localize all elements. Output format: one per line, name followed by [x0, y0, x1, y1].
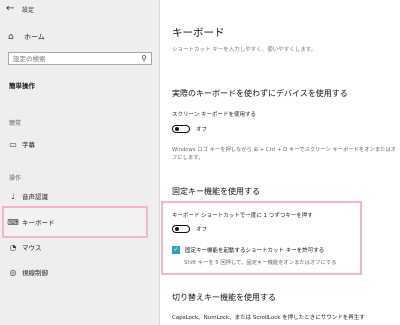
search-input[interactable] [13, 55, 133, 63]
sidebar-item-label: マウス [22, 244, 42, 252]
section-toggle-keys-heading: 切り替えキー機能を使用する [172, 293, 276, 302]
sticky-keys-caption: キーボード ショートカットで一度に 1 つずつキーを押す [172, 213, 313, 219]
sidebar-item-captions[interactable]: ▭ 字幕 [0, 137, 158, 151]
onscreen-keyboard-toggle[interactable] [172, 125, 190, 133]
toggle-state: オフ [196, 127, 208, 133]
home-button[interactable]: ⌂ ホーム [8, 31, 45, 43]
microphone-icon: ♩ [11, 191, 15, 201]
section-sticky-keys-heading: 固定キー機能を使用する [172, 187, 260, 196]
sidebar-item-eye-control[interactable]: ◎ 視線制御 [0, 265, 158, 279]
sidebar-item-label: 視線制御 [22, 269, 48, 277]
checkbox-label: 固定キー機能を起動するショートカット キーを許可する [185, 248, 325, 254]
onscreen-keyboard-caption: スクリーン キーボードを使用する [172, 112, 256, 118]
section-onscreen-keyboard-heading: 実際のキーボードを使わずにデバイスを使用する [172, 89, 348, 98]
eye-control-icon: ◎ [9, 267, 17, 277]
toggle-knob [175, 127, 179, 132]
onscreen-keyboard-toggle-row: オフ [172, 124, 207, 134]
title-bar: ← 設定 [0, 0, 160, 18]
search-icon[interactable]: ⚲ [141, 54, 147, 63]
sidebar-item-keyboard[interactable]: ⌨ キーボード [0, 215, 158, 229]
page-description: ショートカット キーを入力しやすく、使いやすくします。 [172, 47, 317, 53]
sticky-keys-shortcut-checkbox-row[interactable]: ✓ 固定キー機能を起動するショートカット キーを許可する [172, 246, 324, 254]
sidebar-item-label: キーボード [22, 219, 55, 227]
group-hearing: 聴覚 [9, 120, 22, 127]
settings-search[interactable]: ⚲ [8, 52, 152, 65]
main-panel: キーボード ショートカット キーを入力しやすく、使いやすくします。 実際のキーボ… [160, 0, 400, 325]
back-arrow-icon[interactable]: ← [6, 3, 14, 14]
keyboard-icon: ⌨ [7, 217, 19, 227]
page-title: キーボード [172, 27, 225, 39]
sidebar-item-speech[interactable]: ♩ 音声認識 [0, 189, 158, 203]
toggle-knob [175, 227, 179, 232]
section-title: 簡単操作 [9, 82, 35, 90]
onscreen-keyboard-note: Windows ロゴ キーを押しながら ⊞ + Ctrl + O キーでスクリー… [172, 147, 397, 161]
sticky-keys-toggle[interactable] [172, 225, 190, 233]
sticky-keys-shortcut-checkbox[interactable]: ✓ [172, 246, 180, 254]
window-title: 設定 [22, 7, 35, 14]
sidebar-item-label: 字幕 [22, 141, 35, 149]
sidebar: ← 設定 ⌂ ホーム ⚲ 簡単操作 聴覚 ▭ 字幕 操作 ♩ 音声認識 ⌨ キー… [0, 0, 160, 325]
captions-icon: ▭ [9, 139, 17, 149]
home-icon: ⌂ [8, 32, 14, 42]
sticky-keys-checkbox-note: Shift キーを 5 回押して、固定キー機能をオンまたはオフにする [184, 260, 337, 266]
toggle-keys-note: CapsLock、NumLock、または ScrollLock を押したときにサ… [172, 315, 365, 321]
home-label: ホーム [24, 33, 45, 41]
group-interaction: 操作 [9, 175, 22, 182]
sticky-keys-toggle-row: オフ [172, 224, 207, 234]
sidebar-item-mouse[interactable]: ◔ マウス [0, 240, 158, 254]
toggle-state: オフ [196, 227, 208, 233]
mouse-icon: ◔ [9, 242, 17, 252]
sidebar-item-label: 音声認識 [22, 193, 48, 201]
